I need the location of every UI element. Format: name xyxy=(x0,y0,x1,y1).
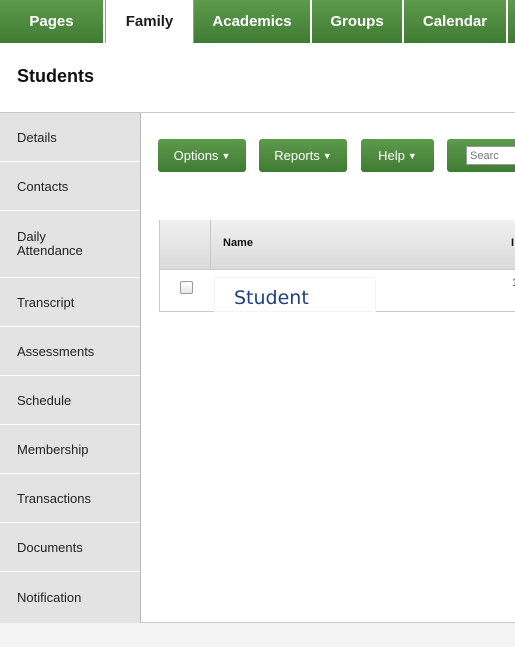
help-button-label: Help xyxy=(378,148,405,163)
sidebar-item-documents[interactable]: Documents xyxy=(0,523,140,572)
sidebar-item-details[interactable]: Details xyxy=(0,113,140,162)
page-title: Students xyxy=(17,66,95,86)
sidebar-item-schedule[interactable]: Schedule xyxy=(0,376,140,425)
options-button-label: Options xyxy=(173,148,219,163)
top-tab-bar: Pages Family Academics Groups Calendar xyxy=(0,0,515,43)
sidebar-item-membership[interactable]: Membership xyxy=(0,425,140,474)
sidebar-item-label: Transactions xyxy=(17,490,91,506)
reports-button-label: Reports xyxy=(274,148,320,163)
column-header-name[interactable]: Name xyxy=(223,237,253,249)
options-button[interactable]: Options ▼ xyxy=(158,139,246,172)
select-column-header xyxy=(160,220,211,269)
sidebar-item-label: Contacts xyxy=(17,178,69,194)
tab-academics[interactable]: Academics xyxy=(194,0,312,43)
sidebar-item-label: Documents xyxy=(17,539,83,555)
sidebar-item-assessments[interactable]: Assessments xyxy=(0,327,140,376)
student-name-link[interactable]: Student xyxy=(234,287,309,309)
table-row[interactable]: Student 1 xyxy=(160,270,515,311)
help-button[interactable]: Help ▼ xyxy=(361,139,434,172)
sidebar-item-label: Notification xyxy=(17,590,82,605)
sidebar-item-transcript[interactable]: Transcript xyxy=(0,278,140,327)
search-input[interactable] xyxy=(466,146,515,165)
side-navigation: Details Contacts Daily Attendance Transc… xyxy=(0,113,141,623)
search-box xyxy=(447,139,515,172)
caret-down-icon: ▼ xyxy=(221,150,231,161)
sidebar-item-label: Assessments xyxy=(17,343,95,359)
tab-bar-overflow xyxy=(508,0,515,43)
sidebar-item-label: Schedule xyxy=(17,392,72,408)
column-header-truncated[interactable]: I xyxy=(511,237,514,249)
sidebar-item-label: Details xyxy=(17,129,57,145)
sidebar-item-label: Transcript xyxy=(17,294,75,310)
sidebar-item-daily-attendance[interactable]: Daily Attendance xyxy=(0,211,140,278)
tab-family[interactable]: Family xyxy=(105,0,194,43)
sidebar-item-contacts[interactable]: Contacts xyxy=(0,162,140,211)
sidebar-item-label: Membership xyxy=(17,441,89,457)
tab-groups[interactable]: Groups xyxy=(312,0,404,43)
students-table: Name I Student 1 xyxy=(159,220,515,312)
student-name-cell: Student xyxy=(215,278,375,311)
main-content: Options ▼ Reports ▼ Help ▼ Name I Studen… xyxy=(141,113,515,623)
caret-down-icon: ▼ xyxy=(322,150,332,161)
sidebar-item-notification[interactable]: Notification xyxy=(0,572,140,623)
page-title-row: Students xyxy=(0,43,515,113)
footer-strip xyxy=(0,623,515,647)
table-header: Name I xyxy=(160,220,515,270)
reports-button[interactable]: Reports ▼ xyxy=(259,139,347,172)
sidebar-item-transactions[interactable]: Transactions xyxy=(0,474,140,523)
tab-calendar[interactable]: Calendar xyxy=(404,0,508,43)
tab-pages[interactable]: Pages xyxy=(0,0,105,43)
sidebar-item-label: Daily Attendance xyxy=(17,229,83,258)
caret-down-icon: ▼ xyxy=(407,150,417,161)
row-checkbox[interactable] xyxy=(180,281,193,294)
